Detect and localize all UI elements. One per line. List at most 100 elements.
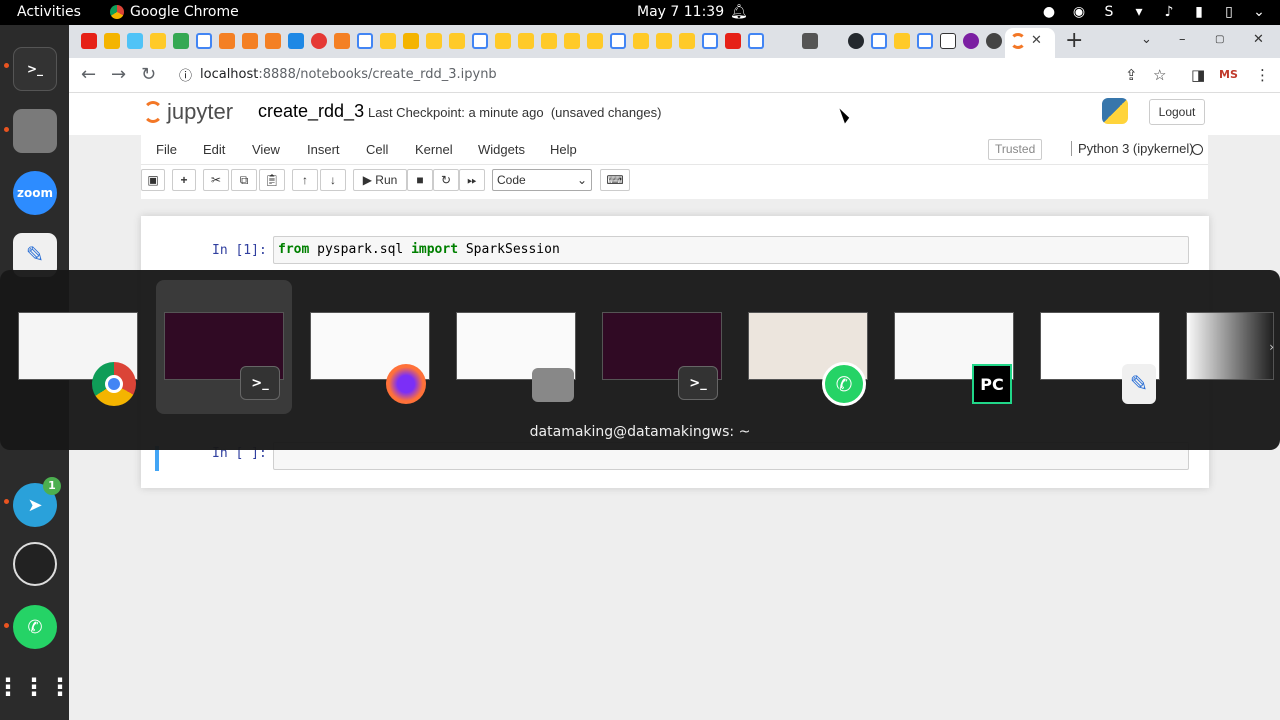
network-app-icon[interactable]: ● (1040, 3, 1058, 21)
switcher-item-terminal-2[interactable]: >_ (594, 280, 730, 414)
google-tab-icon[interactable] (357, 33, 373, 49)
back-icon[interactable]: ← (81, 64, 96, 85)
stackoverflow-tab-icon[interactable] (265, 33, 281, 49)
tab-search-icon[interactable]: ⌄ (1141, 32, 1152, 47)
switcher-item-files[interactable] (448, 280, 584, 414)
forward-icon[interactable]: → (111, 64, 126, 85)
menu-kernel[interactable]: Kernel (415, 142, 453, 157)
google-tab-icon[interactable] (610, 33, 626, 49)
drive-tab-icon[interactable] (173, 33, 189, 49)
keyboard-icon[interactable]: ⌨ (600, 169, 630, 191)
zoom-icon[interactable]: zoom (13, 171, 57, 215)
obs-icon[interactable] (13, 542, 57, 586)
cut-icon[interactable]: ✂ (203, 169, 229, 191)
wikipedia-tab-icon[interactable] (940, 33, 956, 49)
tab-icon[interactable] (380, 33, 396, 49)
microphone-icon[interactable]: ▮ (1190, 3, 1208, 21)
switcher-item-whatsapp[interactable]: ✆ (740, 280, 876, 414)
menu-file[interactable]: File (156, 142, 177, 157)
chevron-right-icon[interactable]: › (1269, 340, 1274, 354)
run-button[interactable]: ▶ Run (353, 169, 407, 191)
activities-button[interactable]: Activities (17, 4, 81, 20)
address-bar[interactable]: ⓘ localhost:8888/notebooks/create_rdd_3.… (179, 65, 497, 84)
tab-icon[interactable] (288, 33, 304, 49)
kernel-name[interactable]: Python 3 (ipykernel) (1071, 141, 1194, 156)
jupyter-logo[interactable]: jupyter (143, 99, 233, 125)
bell-icon[interactable]: 🔔︎ (730, 4, 748, 20)
active-tab[interactable] (1005, 28, 1055, 58)
tab-icon[interactable] (633, 33, 649, 49)
tab-icon[interactable] (963, 33, 979, 49)
switcher-item-text-editor[interactable]: ✎ (1032, 280, 1168, 414)
switcher-item-firefox[interactable] (302, 280, 438, 414)
menu-cell[interactable]: Cell (366, 142, 388, 157)
new-tab-icon[interactable]: + (1065, 28, 1083, 53)
close-tab-icon[interactable]: ✕ (1031, 33, 1042, 48)
tab-icon[interactable] (104, 33, 120, 49)
switcher-item-terminal[interactable]: >_ (156, 280, 292, 414)
google-tab-icon[interactable] (871, 33, 887, 49)
tab-icon[interactable] (311, 33, 327, 49)
google-tab-icon[interactable] (196, 33, 212, 49)
logout-button[interactable]: Logout (1149, 99, 1205, 125)
tab-icon[interactable] (656, 33, 672, 49)
code-cell-input[interactable]: from pyspark.sql import SparkSession (273, 236, 1189, 264)
tab-icon[interactable] (449, 33, 465, 49)
tab-icon[interactable] (426, 33, 442, 49)
copy-icon[interactable]: ⧉ (231, 169, 257, 191)
restart-run-all-icon[interactable]: ⏩︎ (459, 169, 485, 191)
menu-view[interactable]: View (252, 142, 280, 157)
tab-icon[interactable] (802, 33, 818, 49)
cell-type-select[interactable]: Code ⌄ (492, 169, 592, 191)
skype-icon[interactable]: S (1100, 3, 1118, 21)
move-down-icon[interactable]: ↓ (320, 169, 346, 191)
menu-edit[interactable]: Edit (203, 142, 225, 157)
tab-icon[interactable] (127, 33, 143, 49)
insert-cell-icon[interactable]: + (172, 169, 196, 191)
side-panel-icon[interactable]: ◨ (1191, 66, 1205, 84)
tab-icon[interactable] (587, 33, 603, 49)
reload-icon[interactable]: ↻ (141, 64, 156, 85)
info-icon[interactable]: ⓘ (179, 65, 192, 84)
paste-icon[interactable]: 📋︎ (259, 169, 285, 191)
telegram-icon[interactable]: ➤ 1 (13, 477, 61, 527)
tab-icon[interactable] (679, 33, 695, 49)
google-tab-icon[interactable] (748, 33, 764, 49)
tab-icon[interactable] (564, 33, 580, 49)
trusted-badge[interactable]: Trusted (988, 139, 1043, 160)
stackoverflow-tab-icon[interactable] (219, 33, 235, 49)
save-icon[interactable]: ▣ (141, 169, 165, 191)
share-icon[interactable]: ⇪ (1125, 66, 1138, 84)
stackoverflow-tab-icon[interactable] (334, 33, 350, 49)
notebook-name[interactable]: create_rdd_3 (258, 101, 364, 122)
tab-icon[interactable] (518, 33, 534, 49)
tab-icon[interactable] (541, 33, 557, 49)
google-tab-icon[interactable] (917, 33, 933, 49)
power-menu-icon[interactable]: ⌄ (1250, 3, 1268, 21)
switcher-item-pycharm[interactable]: PC (886, 280, 1022, 414)
volume-icon[interactable]: ♪ (1160, 3, 1178, 21)
switcher-item-files-2[interactable] (1178, 280, 1274, 414)
battery-icon[interactable]: ▯ (1220, 3, 1238, 21)
switcher-item-chrome[interactable] (10, 280, 146, 414)
maximize-icon[interactable]: ▢ (1215, 34, 1224, 45)
wifi-icon[interactable]: ▾ (1130, 3, 1148, 21)
tab-icon[interactable] (495, 33, 511, 49)
menu-widgets[interactable]: Widgets (478, 142, 525, 157)
bookmark-star-icon[interactable]: ☆ (1153, 66, 1166, 84)
youtube-tab-icon[interactable] (725, 33, 741, 49)
google-tab-icon[interactable] (702, 33, 718, 49)
close-window-icon[interactable]: ✕ (1253, 32, 1264, 47)
google-tab-icon[interactable] (472, 33, 488, 49)
app-menu[interactable]: Google Chrome (110, 4, 239, 20)
show-apps-icon[interactable]: ⋮⋮⋮ (0, 665, 72, 709)
move-up-icon[interactable]: ↑ (292, 169, 318, 191)
chrome-menu-icon[interactable]: ⋮ (1255, 66, 1270, 84)
whatsapp-icon[interactable]: ✆ (13, 605, 57, 649)
tab-icon[interactable] (986, 33, 1002, 49)
tab-icon[interactable] (150, 33, 166, 49)
clock[interactable]: May 7 11:39 (637, 4, 724, 20)
menu-insert[interactable]: Insert (307, 142, 340, 157)
tab-icon[interactable] (403, 33, 419, 49)
files-icon[interactable] (13, 109, 57, 153)
